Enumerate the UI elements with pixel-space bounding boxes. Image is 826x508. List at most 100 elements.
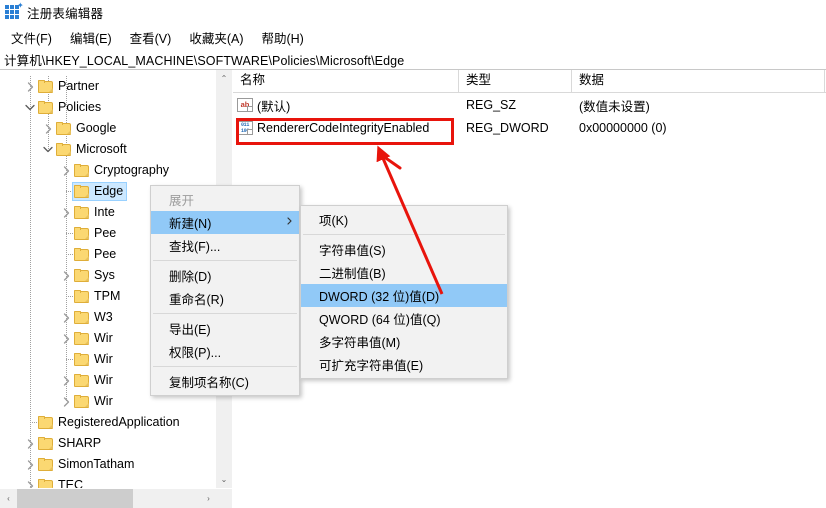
value-name: (默认)	[257, 99, 291, 114]
tree-item-google[interactable]: Google	[0, 118, 216, 139]
tree-item-simontatham[interactable]: SimonTatham	[0, 454, 216, 475]
tree-item-registeredapplication[interactable]: RegisteredApplication	[0, 412, 216, 433]
tree-context-menu[interactable]: 展开 新建(N) 查找(F)... 删除(D) 重命名(R) 导出(E) 权限(P)... 复…	[150, 185, 300, 396]
menu-favorites[interactable]: 收藏夹(A)	[180, 26, 252, 49]
tree-item-microsoft[interactable]: Microsoft	[0, 139, 216, 160]
chevron-right-icon[interactable]	[22, 475, 38, 488]
context-menu-item-1[interactable]: 新建(N)	[151, 211, 299, 234]
chevron-right-icon[interactable]	[58, 328, 74, 349]
scroll-right-arrow-icon[interactable]: ›	[200, 489, 217, 508]
chevron-right-icon[interactable]	[40, 118, 56, 139]
chevron-right-icon[interactable]	[58, 160, 74, 181]
address-bar[interactable]: 计算机\HKEY_LOCAL_MACHINE\SOFTWARE\Policies…	[0, 49, 826, 70]
menu-item-label: 导出(E)	[169, 323, 211, 337]
context-menu-item-8[interactable]: 权限(P)...	[151, 340, 299, 363]
tree-item-content: Google	[56, 118, 116, 139]
values-column-header: 名称 类型 数据	[233, 70, 826, 93]
tree-horizontal-scrollbar[interactable]: ‹ ›	[0, 488, 232, 508]
tree-indent-spacer	[0, 454, 22, 475]
tree-hscroll-thumb[interactable]	[17, 489, 133, 508]
tree-item-content: Wir	[74, 391, 113, 412]
menu-view[interactable]: 查看(V)	[121, 26, 181, 49]
new-item-submenu[interactable]: 项(K) 字符串值(S) 二进制值(B) DWORD (32 位)值(D) QWORD …	[300, 205, 508, 379]
chevron-right-icon[interactable]	[58, 391, 74, 412]
menu-edit[interactable]: 编辑(E)	[61, 26, 121, 49]
context-menu-item-7[interactable]: 导出(E)	[151, 317, 299, 340]
chevron-down-icon[interactable]	[22, 97, 38, 118]
submenu-item-3[interactable]: 二进制值(B)	[301, 261, 507, 284]
tree-item-tec[interactable]: TEC	[0, 475, 216, 488]
submenu-item-7[interactable]: 可扩充字符串值(E)	[301, 353, 507, 376]
submenu-item-5[interactable]: QWORD (64 位)值(Q)	[301, 307, 507, 330]
tree-indent-spacer	[0, 391, 58, 412]
tree-indent-spacer	[0, 118, 40, 139]
context-menu-item-10[interactable]: 复制项名称(C)	[151, 370, 299, 393]
tree-item-content: Pee	[74, 244, 116, 265]
tree-item-policies[interactable]: Policies	[0, 97, 216, 118]
tree-indent-spacer	[0, 265, 58, 286]
tree-item-content: Microsoft	[56, 139, 127, 160]
column-header-data[interactable]: 数据	[572, 70, 825, 92]
column-header-name[interactable]: 名称	[233, 70, 459, 92]
tree-item-content: W3	[74, 307, 113, 328]
string-value-icon: ab	[237, 98, 253, 112]
registry-path: 计算机\HKEY_LOCAL_MACHINE\SOFTWARE\Policies…	[4, 53, 405, 68]
tree-indent-spacer	[0, 223, 58, 244]
context-menu-item-5[interactable]: 重命名(R)	[151, 287, 299, 310]
chevron-right-icon[interactable]	[58, 307, 74, 328]
folder-icon	[74, 311, 89, 324]
chevron-right-icon[interactable]	[22, 433, 38, 454]
submenu-item-6[interactable]: 多字符串值(M)	[301, 330, 507, 353]
tree-expander-placeholder	[22, 412, 38, 433]
menu-separator	[153, 313, 297, 314]
scroll-up-arrow-icon[interactable]: ⌃	[216, 70, 232, 87]
tree-item-partner[interactable]: Partner	[0, 76, 216, 97]
tree-indent-spacer	[0, 433, 22, 454]
submenu-item-4[interactable]: DWORD (32 位)值(D)	[301, 284, 507, 307]
scroll-down-arrow-icon[interactable]: ⌄	[216, 471, 232, 488]
menu-item-label: 权限(P)...	[169, 346, 222, 360]
registry-editor-window: ✦ 注册表编辑器 文件(F) 编辑(E) 查看(V) 收藏夹(A) 帮助(H) …	[0, 0, 826, 508]
tree-indent-spacer	[0, 349, 58, 370]
tree-item-label: TEC	[58, 478, 83, 488]
chevron-down-icon[interactable]	[40, 139, 56, 160]
chevron-right-icon[interactable]	[58, 202, 74, 223]
tree-item-cryptography[interactable]: Cryptography	[0, 160, 216, 181]
tree-item-label: Edge	[94, 184, 124, 198]
tree-expander-placeholder	[58, 286, 74, 307]
tree-item-content: Pee	[74, 223, 116, 244]
context-menu-item-2[interactable]: 查找(F)...	[151, 234, 299, 257]
menu-item-label: 项(K)	[319, 214, 349, 228]
tree-item-label: Wir	[94, 352, 113, 366]
tree-item-sharp[interactable]: SHARP	[0, 433, 216, 454]
chevron-right-icon[interactable]	[22, 76, 38, 97]
folder-icon	[38, 80, 53, 93]
menu-help[interactable]: 帮助(H)	[252, 26, 312, 49]
submenu-item-0[interactable]: 项(K)	[301, 208, 507, 231]
tree-item-label: Pee	[94, 226, 117, 240]
tree-item-label: Microsoft	[76, 142, 127, 156]
column-header-type[interactable]: 类型	[459, 70, 572, 92]
menu-item-label: 字符串值(S)	[319, 244, 386, 258]
tree-indent-spacer	[0, 307, 58, 328]
folder-icon	[74, 374, 89, 387]
value-data: 0x00000000 (0)	[579, 121, 667, 135]
value-row[interactable]: ab (默认) REG_SZ (数值未设置)	[233, 94, 826, 116]
tree-item-label: Wir	[94, 373, 113, 387]
folder-icon	[56, 143, 71, 156]
menu-file[interactable]: 文件(F)	[2, 26, 61, 49]
chevron-right-icon[interactable]	[22, 454, 38, 475]
tree-item-label: Inte	[94, 205, 115, 219]
submenu-item-2[interactable]: 字符串值(S)	[301, 238, 507, 261]
tree-item-label: Pee	[94, 247, 117, 261]
menu-item-label: 重命名(R)	[169, 293, 224, 307]
scroll-left-arrow-icon[interactable]: ‹	[0, 489, 17, 508]
context-menu-item-4[interactable]: 删除(D)	[151, 264, 299, 287]
folder-icon	[74, 206, 89, 219]
tree-item-content: TPM	[74, 286, 120, 307]
chevron-right-icon[interactable]	[58, 265, 74, 286]
menu-separator	[153, 366, 297, 367]
chevron-right-icon[interactable]	[58, 370, 74, 391]
folder-icon	[74, 269, 89, 282]
tree-indent-spacer	[0, 181, 58, 202]
